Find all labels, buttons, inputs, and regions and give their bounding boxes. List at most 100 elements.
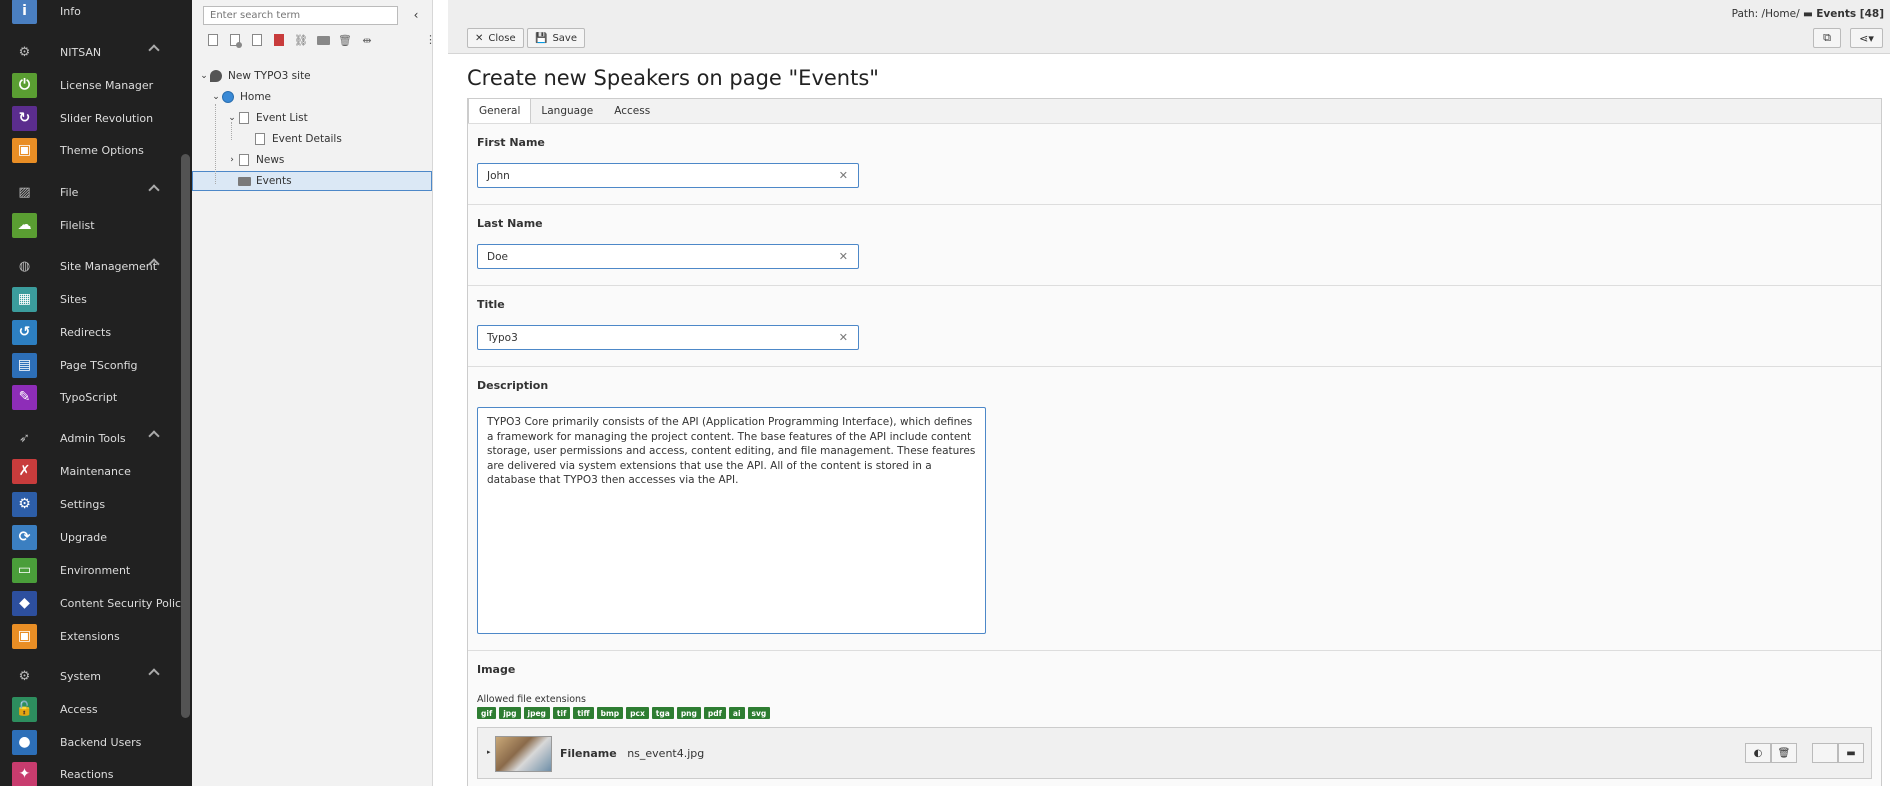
site-icon [210,70,222,82]
blank-button[interactable] [1812,743,1838,763]
module-item-filelist[interactable]: ☁ Filelist [12,211,95,239]
divider-icon[interactable]: ⇹ [356,32,378,48]
drag-handle-icon[interactable]: ▬ [1838,743,1864,763]
share-icon[interactable]: ⋖▾ [1850,28,1883,48]
chevron-down-icon[interactable]: ⌄ [199,71,209,81]
new-page-icon[interactable] [202,32,224,48]
module-item-info[interactable]: i Info [12,0,81,25]
tree-node-event-details[interactable]: Event Details [253,129,342,149]
delete-icon[interactable]: 🗑 [1771,743,1797,763]
module-item-page-tsconfig[interactable]: ▤ Page TSconfig [12,351,138,379]
module-item-backend-users[interactable]: ● Backend Users [12,728,141,756]
module-item-access[interactable]: 🔓 Access [12,695,98,723]
last-name-input[interactable]: Doe ✕ [477,244,859,269]
gear-icon: ⚙ [18,44,31,60]
collapse-tree-icon[interactable]: ‹ [410,9,422,21]
first-name-value: John [487,169,510,182]
lock-icon: 🔓 [12,696,37,722]
trash-icon[interactable]: 🗑 [334,32,356,48]
file-reference-row[interactable]: ▸ Filename ns_event4.jpg ◐ 🗑 ▬ [477,727,1872,779]
clear-icon[interactable]: ✕ [839,250,848,263]
breadcrumb: Path: /Home/ ▬ Events [48] [1732,8,1884,20]
chevron-down-icon[interactable]: ⌄ [227,113,237,123]
image-icon: ▨ [18,184,31,200]
tree-search-input[interactable] [203,6,398,25]
module-item-reactions[interactable]: ✦ Reactions [12,760,114,786]
module-item-label: Reactions [60,767,114,781]
gear-icon: ⚙ [12,491,37,517]
extension-badge: png [676,707,701,719]
module-item-label: Info [60,4,81,18]
cloud-icon: ☁ [12,212,37,238]
module-menu-scrollbar[interactable] [181,0,192,786]
tree-node-event-list[interactable]: ⌄ Event List [227,108,308,128]
module-group-file[interactable]: ▨ File [12,180,160,204]
tree-node-label: Events [256,175,292,187]
shield-icon: ◆ [12,590,37,616]
chevron-up-icon[interactable] [148,184,160,196]
module-item-license-manager[interactable]: ⏻ License Manager [12,71,153,99]
file-thumbnail[interactable] [495,736,552,772]
link-icon[interactable]: ⛓ [290,32,312,48]
module-item-redirects[interactable]: ↺ Redirects [12,318,111,346]
first-name-input[interactable]: John ✕ [477,163,859,188]
extension-badge: ai [728,707,745,719]
user-icon: ● [12,729,37,755]
chevron-right-icon[interactable]: ▸ [487,748,491,756]
clear-icon[interactable]: ✕ [839,331,848,344]
module-item-extensions[interactable]: ▣ Extensions [12,622,120,650]
chevron-up-icon[interactable] [148,430,160,442]
module-group-label: Site Management [60,259,158,273]
module-item-upgrade[interactable]: ⟳ Upgrade [12,523,107,551]
module-group-nitsan[interactable]: ⚙ NITSAN [12,40,160,64]
folder-icon[interactable] [312,32,334,48]
module-group-label: NITSAN [60,45,102,59]
module-item-content-security-policy[interactable]: ◆ Content Security Policy [12,589,188,617]
save-button[interactable]: 💾 Save [527,28,585,48]
module-item-environment[interactable]: ▭ Environment [12,556,130,584]
title-input[interactable]: Typo3 ✕ [477,325,859,350]
module-group-system[interactable]: ⚙ System [12,664,160,688]
new-page-user-icon[interactable] [224,32,246,48]
tab-access[interactable]: Access [604,99,661,123]
more-options-icon[interactable]: ⋮ [425,34,436,46]
chevron-right-icon[interactable]: › [227,155,237,165]
open-new-window-icon[interactable]: ⧉ [1813,28,1841,48]
module-item-slider-revolution[interactable]: ↻ Slider Revolution [12,104,153,132]
chevron-up-icon[interactable] [148,44,160,56]
last-name-value: Doe [487,250,508,263]
extension-badge: jpg [499,707,521,719]
filename: Filename ns_event4.jpg [560,747,704,760]
module-group-site-management[interactable]: ◍ Site Management [12,254,160,278]
description-textarea[interactable]: TYPO3 Core primarily consists of the API… [477,407,986,634]
allowed-extensions-label: Allowed file extensions [477,694,587,705]
module-item-label: Page TSconfig [60,358,138,372]
module-item-label: Maintenance [60,464,131,478]
close-button[interactable]: ✕ Close [467,28,524,48]
chevron-up-icon[interactable] [148,668,160,680]
module-item-settings[interactable]: ⚙ Settings [12,490,105,518]
toggle-visibility-icon[interactable]: ◐ [1745,743,1771,763]
tab-general[interactable]: General [468,98,532,124]
module-item-theme-options[interactable]: ▣ Theme Options [12,136,144,164]
clear-icon[interactable]: ✕ [839,169,848,182]
extension-badge: bmp [596,707,624,719]
page-icon [255,133,265,145]
filename-value: ns_event4.jpg [627,747,705,760]
tree-node-news[interactable]: › News [227,150,284,170]
module-item-sites[interactable]: ▦ Sites [12,285,87,313]
tree-node-home[interactable]: ⌄ Home [211,87,271,107]
chevron-down-icon[interactable]: ⌄ [211,92,221,102]
new-page-shortcut-icon[interactable] [246,32,268,48]
tab-language[interactable]: Language [531,99,604,123]
module-item-maintenance[interactable]: ✗ Maintenance [12,457,131,485]
extension-badge: svg [747,707,771,719]
page-title: Create new Speakers on page "Events" [467,66,879,90]
tree-selected-highlight [192,171,432,191]
module-group-admin-tools[interactable]: ➶ Admin Tools [12,426,160,450]
module-item-typoscript[interactable]: ✎ TypoScript [12,383,117,411]
title-section: Title Typo3 ✕ [468,285,1881,366]
new-page-red-icon[interactable] [268,32,290,48]
tree-node-site[interactable]: ⌄ New TYPO3 site [199,66,311,86]
tree-node-events[interactable]: Events [237,171,292,191]
